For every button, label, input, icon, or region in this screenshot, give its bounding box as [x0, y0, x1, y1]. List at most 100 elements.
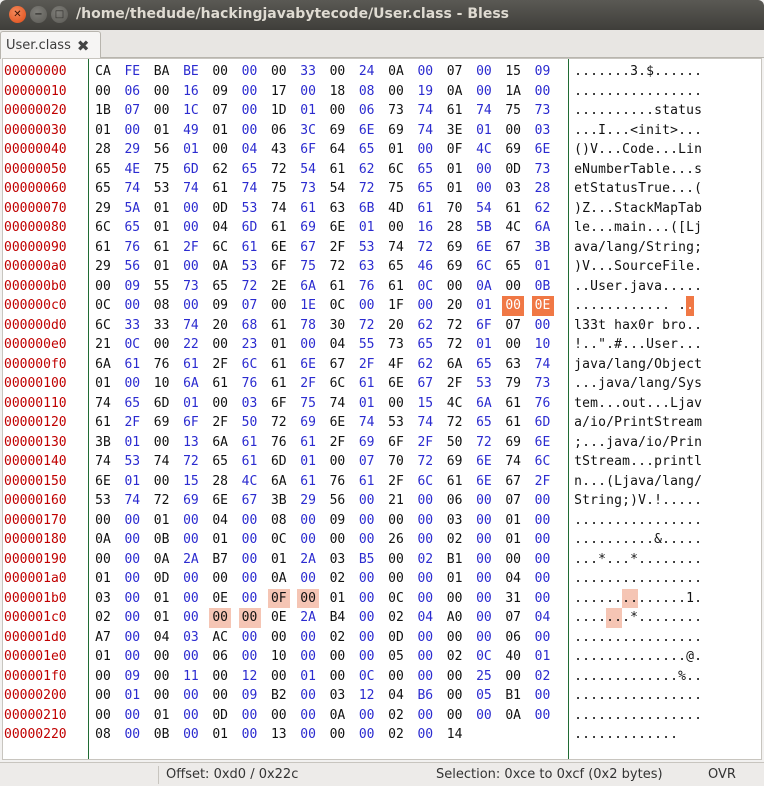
- hex-byte[interactable]: 6E: [385, 374, 407, 394]
- ascii-char[interactable]: .: [574, 82, 582, 102]
- hex-byte[interactable]: 65: [209, 277, 231, 297]
- ascii-char[interactable]: .: [582, 589, 590, 609]
- hex-byte[interactable]: 07: [356, 452, 378, 472]
- ascii-char[interactable]: .: [590, 686, 598, 706]
- ascii-char[interactable]: .: [678, 608, 686, 628]
- hex-byte[interactable]: 0C: [92, 296, 114, 316]
- hex-byte[interactable]: 0C: [356, 667, 378, 687]
- hex-byte[interactable]: 00: [121, 569, 143, 589]
- hex-byte[interactable]: 20: [444, 296, 466, 316]
- hex-byte[interactable]: 20: [209, 316, 231, 336]
- hex-byte[interactable]: 6D: [151, 394, 173, 414]
- hex-byte[interactable]: 56: [121, 257, 143, 277]
- hex-byte[interactable]: 01: [151, 257, 173, 277]
- ascii-char[interactable]: .: [646, 218, 654, 238]
- ascii-char[interactable]: g: [630, 238, 638, 258]
- hex-byte[interactable]: 09: [209, 296, 231, 316]
- ascii-char[interactable]: .: [646, 706, 654, 726]
- ascii-char[interactable]: .: [638, 511, 646, 531]
- ascii-char[interactable]: .: [662, 569, 670, 589]
- ascii-char[interactable]: .: [670, 140, 678, 160]
- ascii-char[interactable]: r: [670, 316, 678, 336]
- ascii-char[interactable]: .: [670, 179, 678, 199]
- ascii-row[interactable]: ()V...Code...Lin: [574, 140, 702, 160]
- hex-byte[interactable]: 6F: [297, 140, 319, 160]
- ascii-char[interactable]: .: [662, 686, 670, 706]
- ascii-char[interactable]: e: [606, 277, 614, 297]
- ascii-char[interactable]: .: [662, 491, 670, 511]
- ascii-char[interactable]: .: [678, 550, 686, 570]
- hex-byte[interactable]: 00: [239, 589, 261, 609]
- hex-byte[interactable]: 06: [268, 121, 290, 141]
- hex-byte[interactable]: 07: [121, 101, 143, 121]
- ascii-char[interactable]: t: [614, 179, 622, 199]
- ascii-char[interactable]: .: [614, 725, 622, 745]
- ascii-char[interactable]: .: [670, 628, 678, 648]
- ascii-char[interactable]: .: [630, 335, 638, 355]
- hex-byte[interactable]: 01: [502, 530, 524, 550]
- ascii-char[interactable]: t: [622, 199, 630, 219]
- ascii-char[interactable]: .: [670, 608, 678, 628]
- hex-byte[interactable]: 6C: [209, 238, 231, 258]
- hex-byte[interactable]: 00: [385, 82, 407, 102]
- ascii-char[interactable]: .: [574, 530, 582, 550]
- hex-row[interactable]: 3B 01 00 13 6A 61 76 61 2F 69 6F 2F 50 72 69 6E: [90, 433, 565, 453]
- hex-byte[interactable]: 50: [444, 433, 466, 453]
- hex-byte[interactable]: 01: [180, 394, 202, 414]
- hex-byte[interactable]: 69: [502, 433, 524, 453]
- hex-byte[interactable]: 76: [151, 355, 173, 375]
- hex-byte[interactable]: 6C: [239, 355, 261, 375]
- hex-byte[interactable]: 00: [385, 550, 407, 570]
- ascii-char[interactable]: .: [638, 569, 646, 589]
- ascii-char[interactable]: .: [582, 706, 590, 726]
- ascii-char[interactable]: .: [662, 647, 670, 667]
- ascii-char[interactable]: .: [590, 706, 598, 726]
- ascii-row[interactable]: ..........status: [574, 101, 702, 121]
- hex-byte[interactable]: 00: [297, 569, 319, 589]
- hex-byte[interactable]: 72: [356, 179, 378, 199]
- hex-byte[interactable]: 15: [502, 62, 524, 82]
- hex-byte[interactable]: 72: [180, 452, 202, 472]
- minimize-window-button[interactable]: −: [30, 6, 47, 23]
- ascii-char[interactable]: .: [686, 628, 694, 648]
- ascii-char[interactable]: .: [686, 335, 694, 355]
- hex-byte[interactable]: 79: [502, 374, 524, 394]
- hex-byte[interactable]: 00: [356, 589, 378, 609]
- ascii-char[interactable]: i: [686, 433, 694, 453]
- hex-byte[interactable]: 6A: [180, 374, 202, 394]
- hex-row[interactable]: 29 56 01 00 0A 53 6F 75 72 63 65 46 69 6C 65 01: [90, 257, 565, 277]
- ascii-char[interactable]: .: [686, 706, 694, 726]
- hex-byte[interactable]: 73: [180, 277, 202, 297]
- ascii-char[interactable]: j: [670, 355, 678, 375]
- hex-byte[interactable]: 01: [121, 433, 143, 453]
- hex-byte[interactable]: 29: [92, 199, 114, 219]
- hex-byte[interactable]: 01: [268, 550, 290, 570]
- hex-byte[interactable]: 29: [297, 491, 319, 511]
- hex-byte[interactable]: 00: [414, 569, 436, 589]
- hex-byte[interactable]: 61: [151, 238, 173, 258]
- hex-byte[interactable]: 00: [180, 218, 202, 238]
- ascii-char[interactable]: .: [638, 589, 646, 609]
- hex-byte[interactable]: 00: [326, 530, 348, 550]
- ascii-char[interactable]: j: [606, 433, 614, 453]
- ascii-char[interactable]: .: [686, 296, 694, 316]
- hex-byte[interactable]: 16: [180, 82, 202, 102]
- hex-byte[interactable]: 09: [326, 511, 348, 531]
- ascii-char[interactable]: v: [646, 277, 654, 297]
- hex-byte[interactable]: 2F: [180, 238, 202, 258]
- ascii-char[interactable]: b: [694, 199, 702, 219]
- ascii-char[interactable]: e: [606, 452, 614, 472]
- hex-byte[interactable]: 3B: [268, 491, 290, 511]
- hex-byte[interactable]: 72: [444, 413, 466, 433]
- ascii-char[interactable]: .: [678, 628, 686, 648]
- hex-byte[interactable]: 00: [326, 101, 348, 121]
- ascii-char[interactable]: /: [638, 433, 646, 453]
- hex-byte[interactable]: 00: [414, 530, 436, 550]
- ascii-char[interactable]: l: [678, 257, 686, 277]
- hex-byte[interactable]: 01: [92, 647, 114, 667]
- ascii-char[interactable]: .: [638, 628, 646, 648]
- hex-byte[interactable]: 2F: [326, 238, 348, 258]
- hex-byte[interactable]: 07: [239, 296, 261, 316]
- ascii-char[interactable]: n: [678, 238, 686, 258]
- hex-byte[interactable]: 6C: [473, 257, 495, 277]
